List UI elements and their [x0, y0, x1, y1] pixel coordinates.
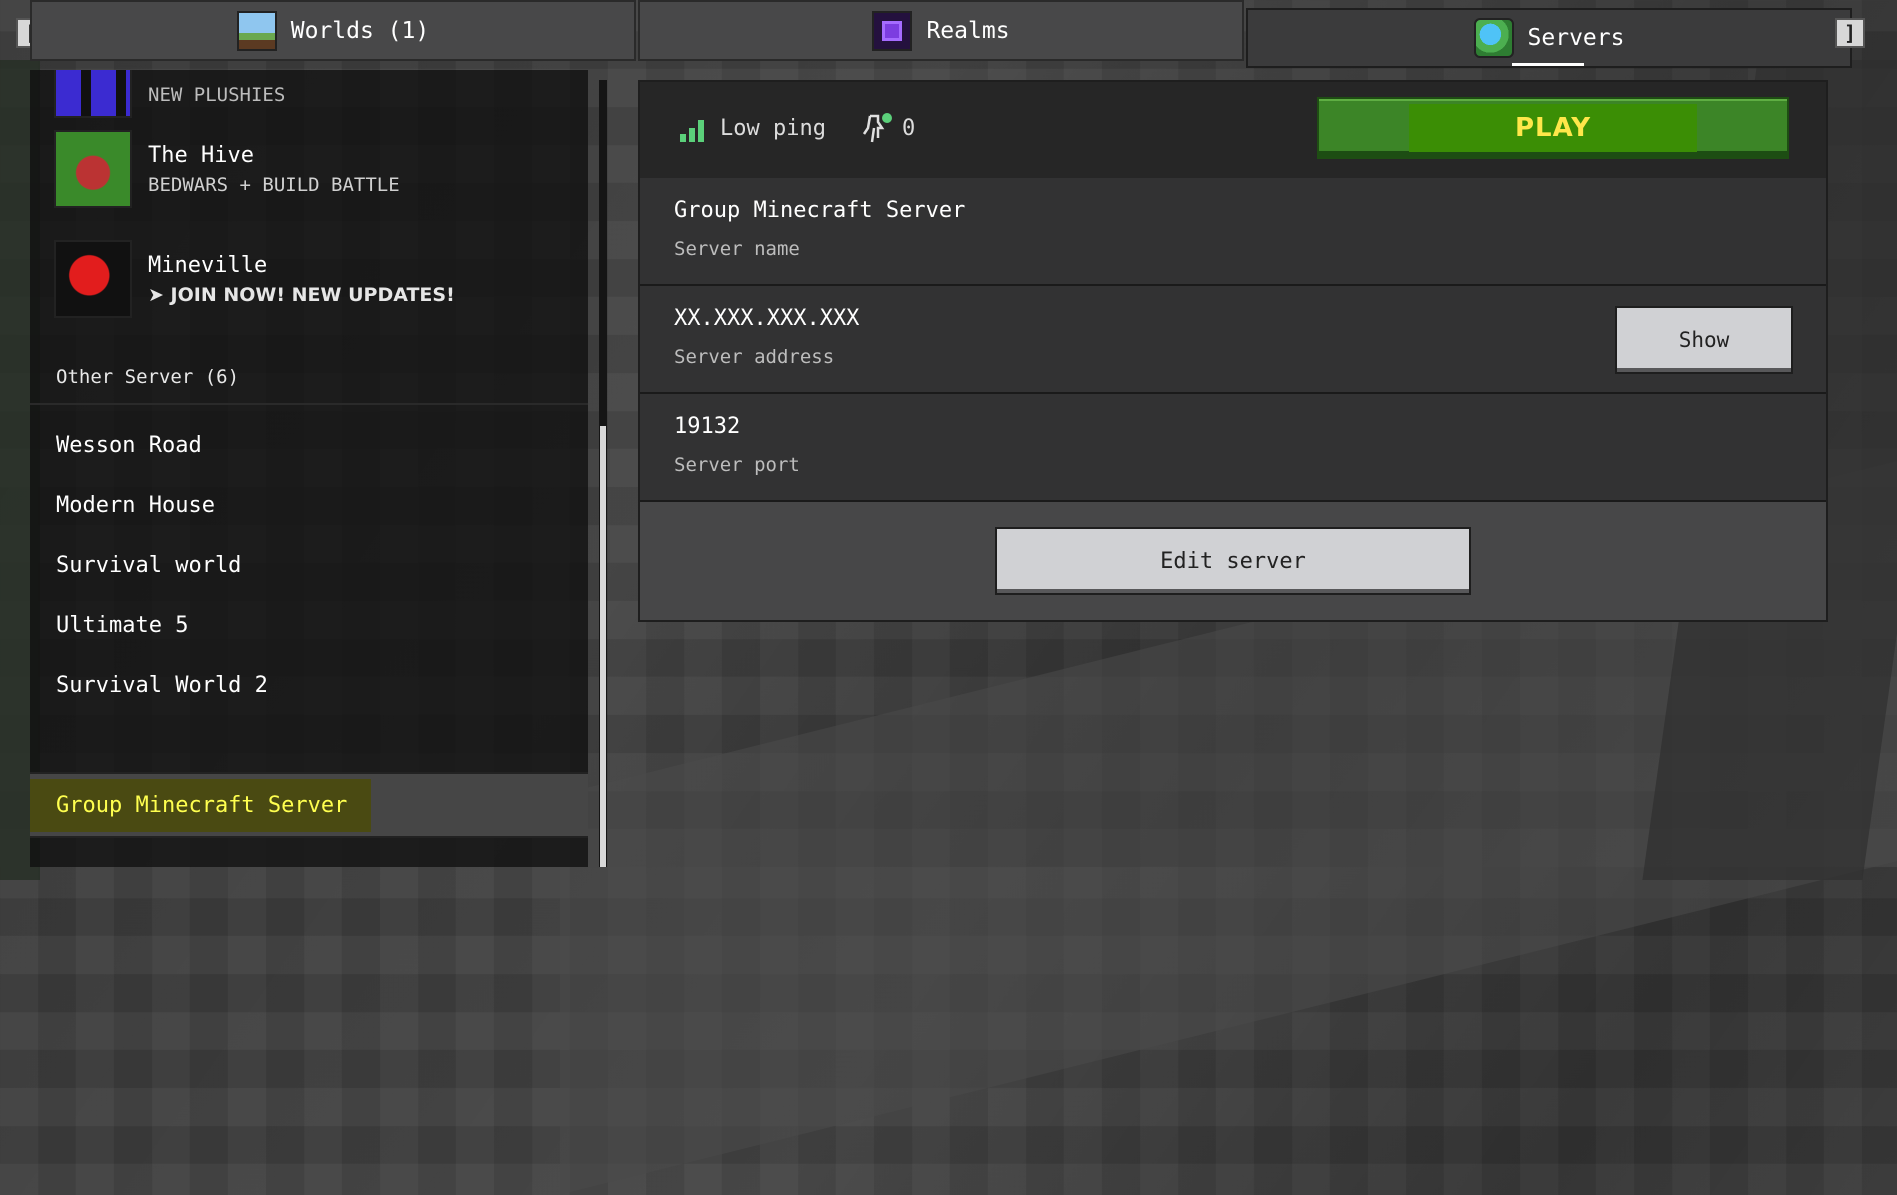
featured-server-subtitle: BEDWARS + BUILD BATTLE — [148, 173, 400, 196]
server-address-field: XX.XXX.XXX.XXX Server address Show — [640, 286, 1826, 394]
featured-server-title: Mineville — [148, 252, 268, 278]
tab-realms-label: Realms — [926, 17, 1010, 44]
featured-server-subtitle: NEW PLUSHIES — [148, 84, 286, 106]
other-servers-heading: Other Server (6) — [56, 366, 240, 388]
server-address-value: XX.XXX.XXX.XXX — [674, 306, 860, 331]
ping-signal-icon — [680, 118, 704, 142]
player-count: 0 — [902, 116, 916, 141]
server-port-field: 19132 Server port — [640, 394, 1826, 502]
tab-bar: [ Worlds (1) Realms Servers ] — [0, 0, 1897, 70]
list-item[interactable]: Modern House — [30, 476, 588, 534]
server-status-row: Low ping 0 PLAY — [640, 82, 1826, 180]
section-divider — [30, 403, 588, 405]
realms-portal-icon — [872, 10, 913, 51]
list-item-label: Group Minecraft Server — [30, 778, 372, 832]
edit-server-button[interactable]: Edit server — [995, 527, 1471, 595]
featured-server-the-hive[interactable]: The Hive BEDWARS + BUILD BATTLE — [54, 130, 400, 208]
servers-globe-icon — [1473, 18, 1514, 58]
tab-worlds[interactable]: Worlds (1) — [30, 0, 636, 61]
players-icon — [862, 113, 892, 143]
worlds-landscape-icon — [236, 10, 277, 51]
featured-server-subtitle: ➤ JOIN NOW! NEW UPDATES! — [148, 283, 455, 306]
list-item[interactable]: Wesson Road — [30, 416, 588, 474]
server-details-panel: Low ping 0 PLAY Group Minecraft Server S… — [638, 80, 1828, 622]
list-item-label: Survival world — [56, 552, 242, 578]
list-item[interactable]: Survival world — [30, 536, 588, 594]
edit-server-row: Edit server — [640, 502, 1826, 620]
ping-status-label: Low ping — [720, 116, 826, 141]
right-bracket-key-hint[interactable]: ] — [1835, 18, 1865, 48]
server-name-label: Server name — [674, 238, 800, 260]
mineville-heart-thumbnail-icon — [54, 240, 132, 318]
tab-worlds-label: Worlds (1) — [290, 17, 430, 44]
featured-server-mineville[interactable]: Mineville ➤ JOIN NOW! NEW UPDATES! — [54, 240, 455, 318]
list-item-label: Survival World 2 — [56, 672, 268, 698]
play-button[interactable]: PLAY — [1317, 97, 1789, 159]
active-tab-underline — [1512, 63, 1584, 66]
server-address-label: Server address — [674, 346, 835, 368]
server-port-value: 19132 — [674, 414, 741, 439]
list-item-selected[interactable]: Group Minecraft Server — [30, 772, 588, 838]
list-item-label: Wesson Road — [56, 432, 202, 458]
server-list-panel: NEW PLUSHIES The Hive BEDWARS + BUILD BA… — [30, 70, 588, 867]
play-button-label: PLAY — [1409, 104, 1697, 152]
list-item-label: Ultimate 5 — [56, 612, 189, 638]
featured-server-plushies[interactable]: NEW PLUSHIES — [54, 70, 285, 118]
server-name-value: Group Minecraft Server — [674, 198, 966, 223]
show-address-button[interactable]: Show — [1615, 306, 1793, 374]
scrollbar-thumb[interactable] — [600, 426, 606, 867]
tab-servers[interactable]: Servers — [1246, 8, 1852, 68]
tab-realms[interactable]: Realms — [638, 0, 1244, 61]
list-item[interactable]: Survival World 2 — [30, 656, 588, 714]
server-name-field: Group Minecraft Server Server name — [640, 178, 1826, 286]
list-item-label: Modern House — [56, 492, 215, 518]
plushies-thumbnail-icon — [54, 70, 132, 118]
featured-server-title: The Hive — [148, 142, 254, 168]
server-port-label: Server port — [674, 454, 800, 476]
list-item[interactable]: Ultimate 5 — [30, 596, 588, 654]
tab-servers-label: Servers — [1527, 25, 1625, 51]
hive-bed-thumbnail-icon — [54, 130, 132, 208]
